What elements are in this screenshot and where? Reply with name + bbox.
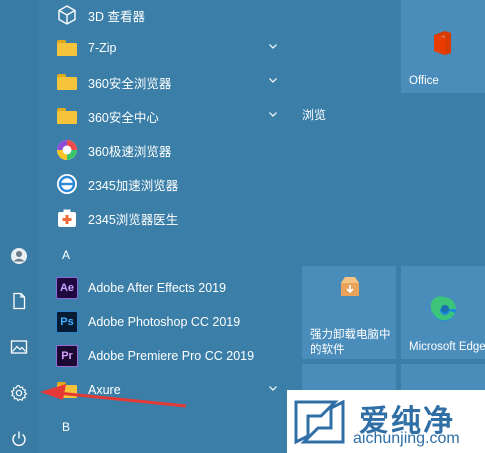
watermark-emblem-icon — [294, 399, 345, 445]
watermark-text-en: aichunjing.com — [353, 430, 460, 447]
annotation-arrow — [40, 384, 187, 408]
watermark-logo: 爱纯净 aichunjing.com — [287, 390, 485, 453]
